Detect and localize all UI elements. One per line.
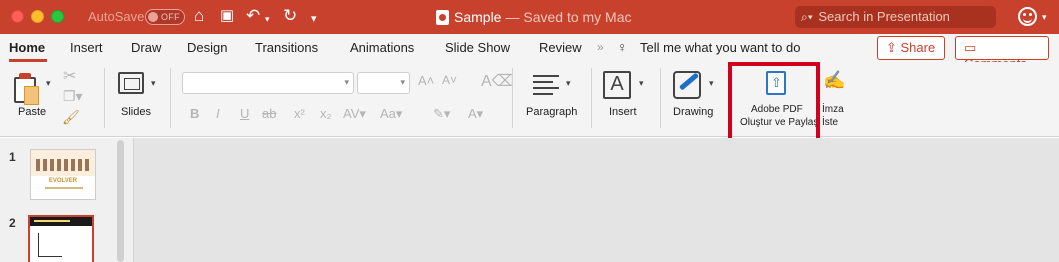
underline-button[interactable]: U	[240, 106, 249, 121]
slide-2-chart	[38, 233, 62, 257]
chevron-down-icon: ▾	[344, 77, 349, 87]
thumbnails-scrollbar[interactable]	[117, 140, 124, 262]
zoom-window-button[interactable]	[51, 10, 64, 23]
slide-thumbnail-1[interactable]: EVOLVER	[30, 149, 96, 200]
home-ribbon: ▾ Paste ✂ ❐▾ 🖌 ▾ Slides ▾ ▾ A˄ A˅ A⌫ B I…	[0, 62, 1059, 137]
search-placeholder: Search in Presentation	[818, 9, 950, 24]
font-color-icon[interactable]: A▾	[468, 106, 483, 122]
slide-1-title: EVOLVER	[48, 178, 78, 184]
font-size-select[interactable]: ▾	[357, 72, 410, 94]
search-input[interactable]: ⌕▾ Search in Presentation	[795, 6, 996, 28]
share-button[interactable]: ⇪ Share	[877, 36, 945, 60]
save-icon[interactable]: ▣	[220, 6, 234, 26]
paragraph-label: Paragraph	[526, 106, 578, 118]
tab-animations[interactable]: Animations	[350, 40, 414, 55]
copy-icon[interactable]: ❐▾	[63, 88, 83, 105]
undo-dropdown-icon[interactable]: ▾	[265, 9, 270, 29]
divider	[104, 68, 105, 128]
insert-dropdown-icon[interactable]: ▾	[639, 78, 644, 89]
feedback-dropdown-icon[interactable]: ▾	[1042, 12, 1047, 23]
tab-draw[interactable]: Draw	[131, 40, 161, 55]
insert-label: Insert	[609, 106, 637, 118]
slide-thumbnail-2[interactable]	[28, 215, 94, 262]
slide-editing-canvas[interactable]	[134, 138, 1059, 262]
imza-label-line2: İste	[822, 117, 839, 128]
autosave-label: AutoSave	[88, 9, 145, 24]
more-tabs-chevron-icon[interactable]: »	[597, 40, 604, 54]
cut-icon[interactable]: ✂	[63, 66, 76, 86]
undo-icon[interactable]: ↶	[246, 6, 260, 26]
autosave-state: OFF	[161, 12, 180, 22]
signature-icon: ✍	[823, 70, 846, 90]
paragraph-icon	[533, 75, 559, 99]
slides-dropdown-icon[interactable]: ▾	[151, 78, 156, 89]
feedback-smiley-icon[interactable]	[1018, 7, 1037, 26]
home-icon[interactable]: ⌂	[194, 6, 204, 26]
slides-label: Slides	[121, 106, 151, 118]
tab-insert[interactable]: Insert	[70, 40, 103, 55]
evolution-image	[31, 150, 95, 176]
decrease-font-size-icon[interactable]: A˅	[442, 73, 457, 87]
character-spacing-icon[interactable]: AV▾	[343, 106, 366, 122]
clear-formatting-icon[interactable]: A⌫	[481, 71, 514, 91]
tab-slide-show[interactable]: Slide Show	[445, 40, 510, 55]
close-window-button[interactable]	[11, 10, 24, 23]
comment-icon: ▭	[964, 40, 977, 55]
highlight-color-icon[interactable]: ✎▾	[433, 106, 450, 122]
text-box-icon: A	[603, 71, 631, 99]
bold-button[interactable]: B	[190, 106, 199, 121]
clipboard-clip-icon	[19, 73, 31, 79]
slide-thumbnails-pane: 1 EVOLVER 2	[0, 138, 134, 262]
tab-design[interactable]: Design	[187, 40, 227, 55]
drawing-shapes-icon	[673, 71, 701, 99]
tell-me-input[interactable]: Tell me what you want to do	[640, 40, 800, 55]
powerpoint-file-icon	[436, 9, 449, 25]
lightbulb-icon: ♀	[617, 39, 628, 55]
divider	[512, 68, 513, 128]
slide-number: 2	[9, 216, 16, 230]
imza-label-line1: İmza	[822, 104, 844, 115]
chevron-down-icon: ▾	[400, 77, 405, 87]
italic-button[interactable]: I	[216, 106, 220, 121]
comments-button[interactable]: ▭ Comments	[955, 36, 1049, 71]
change-case-icon[interactable]: Aa▾	[380, 106, 402, 122]
share-label: Share	[900, 40, 936, 55]
document-status: — Saved to my Mac	[505, 9, 632, 25]
slide-layout-icon	[118, 72, 144, 94]
autosave-toggle[interactable]: OFF	[145, 9, 185, 25]
slide-2-header	[30, 217, 92, 226]
slide-1-subtitle	[45, 187, 83, 189]
paragraph-dropdown-icon[interactable]: ▾	[566, 78, 571, 89]
toggle-knob	[148, 12, 158, 22]
font-name-select[interactable]: ▾	[182, 72, 354, 94]
divider	[591, 68, 592, 128]
share-icon: ⇪	[886, 40, 901, 55]
subscript-button[interactable]: x₂	[320, 106, 332, 121]
document-name: Sample	[454, 9, 502, 25]
tab-home[interactable]: Home	[9, 40, 45, 55]
tab-review[interactable]: Review	[539, 40, 582, 55]
format-painter-icon[interactable]: 🖌	[62, 109, 80, 126]
paste-paper-icon	[24, 86, 39, 105]
paste-dropdown-icon[interactable]: ▾	[46, 78, 51, 89]
drawing-dropdown-icon[interactable]: ▾	[709, 78, 714, 89]
increase-font-size-icon[interactable]: A˄	[418, 73, 434, 88]
adobe-pdf-highlight-box	[728, 62, 820, 142]
divider	[660, 68, 661, 128]
divider	[170, 68, 171, 128]
document-title: Sample — Saved to my Mac	[436, 9, 632, 25]
superscript-button[interactable]: x²	[294, 106, 305, 121]
search-icon: ⌕▾	[801, 10, 813, 24]
paste-label: Paste	[18, 106, 47, 118]
minimize-window-button[interactable]	[31, 10, 44, 23]
customize-toolbar-icon[interactable]: ▾	[311, 9, 317, 29]
drawing-label: Drawing	[673, 106, 714, 118]
title-bar: AutoSave OFF ⌂ ▣ ↶ ▾ ↻ ▾ Sample — Saved …	[0, 0, 1059, 34]
slide-number: 1	[9, 150, 16, 164]
strikethrough-button[interactable]: ab	[262, 106, 276, 121]
redo-icon[interactable]: ↻	[283, 6, 297, 26]
tab-transitions[interactable]: Transitions	[255, 40, 318, 55]
